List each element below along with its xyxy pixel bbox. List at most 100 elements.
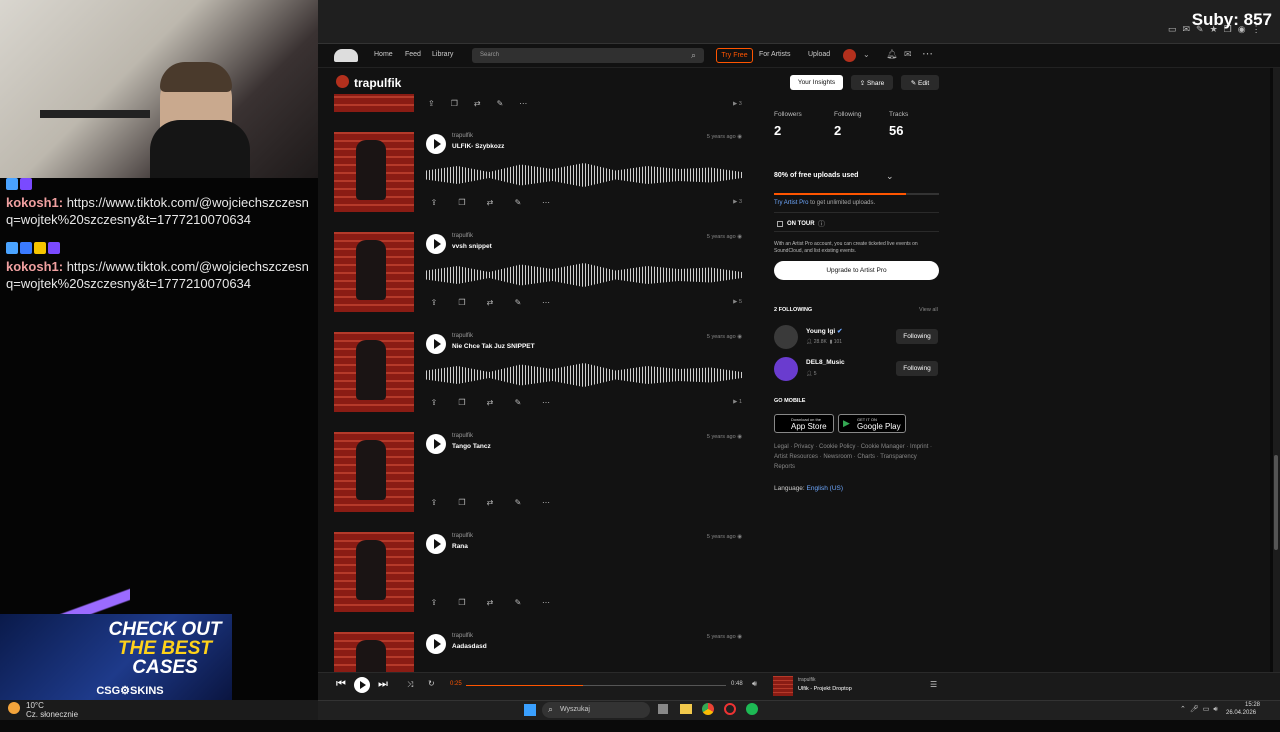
try-free-button[interactable]: Try Free [716,48,753,63]
repost-icon[interactable]: ⇄ [484,498,496,508]
repost-icon[interactable]: ⇄ [484,298,496,308]
nav-feed[interactable]: Feed [405,51,421,58]
upgrade-button[interactable]: Upgrade to Artist Pro [774,261,939,280]
now-playing-artist[interactable]: trapulfik [798,677,816,683]
share-button[interactable]: ⇪ Share [851,75,893,90]
app-store-badge[interactable]: Download on the App Store [774,414,834,433]
bell-icon[interactable]: 🔔︎ [886,49,897,60]
more-icon[interactable]: ⋯ [540,198,552,208]
profile-avatar[interactable] [336,75,349,88]
track-artist[interactable]: trapulfik [452,333,473,339]
following-item[interactable]: DEL8_Music 👤︎ 5 Following [774,357,940,381]
nav-upload[interactable]: Upload [808,51,830,58]
track-cover[interactable] [334,632,414,672]
app-icon[interactable] [724,703,736,715]
nav-library[interactable]: Library [432,51,453,58]
track-artist[interactable]: trapulfik [452,633,473,639]
chrome-icon[interactable] [702,703,714,715]
language-link[interactable]: English (US) [807,485,843,492]
waveform[interactable] [426,363,742,387]
edit-icon[interactable]: ✎ [512,598,524,608]
scrollbar-thumb[interactable] [1274,455,1278,550]
following-button[interactable]: Following [896,329,938,344]
search-input[interactable]: Search ⌕ [472,48,704,63]
more-icon[interactable]: ⋯ [519,99,527,108]
try-pro-link[interactable]: Try Artist Pro [774,200,808,206]
share-icon[interactable]: ⇪ [428,498,440,508]
play-button[interactable] [426,434,446,454]
play-button[interactable] [426,134,446,154]
track-cover-partial[interactable] [334,94,414,112]
google-play-badge[interactable]: ▶ GET IT ON Google Play [838,414,906,433]
play-button[interactable] [426,534,446,554]
repost-icon[interactable]: ⇄ [484,198,496,208]
weather-widget[interactable]: 10°C Cz. słonecznie [0,700,318,720]
track-title[interactable]: Aadasdasd [452,643,487,650]
shuffle-icon[interactable]: ⤨ [407,680,413,690]
tracks-count[interactable]: 56 [889,123,903,138]
followers-label[interactable]: Followers [774,111,802,118]
profile-name[interactable]: trapulfik [354,76,401,90]
copy-icon[interactable]: ❐ [456,498,468,508]
track-cover[interactable] [334,332,414,412]
play-button[interactable] [426,234,446,254]
edit-icon[interactable]: ✎ [512,398,524,408]
repost-icon[interactable]: ⇄ [474,99,481,108]
more-icon[interactable]: ⋯ [540,298,552,308]
share-icon[interactable]: ⇪ [428,198,440,208]
following-name[interactable]: Young Igi ✔ [806,327,842,335]
info-icon[interactable]: ⓘ [818,219,825,229]
play-button[interactable] [354,677,370,693]
track-title[interactable]: Tango Tancz [452,443,491,450]
track-title[interactable]: vvsh snippet [452,243,492,250]
more-icon[interactable]: ⋯ [540,498,552,508]
edit-icon[interactable]: ✎ [512,198,524,208]
track-cover[interactable] [334,132,414,212]
waveform[interactable] [426,163,742,187]
track-cover[interactable] [334,232,414,312]
copy-icon[interactable]: ❐ [456,198,468,208]
more-icon[interactable]: ⋯ [540,398,552,408]
share-icon[interactable]: ⇪ [428,398,440,408]
edit-icon[interactable]: ✎ [512,498,524,508]
progress-track[interactable] [466,685,726,686]
edit-icon[interactable]: ✎ [512,298,524,308]
copy-icon[interactable]: ❐ [456,598,468,608]
play-button[interactable] [426,334,446,354]
track-title[interactable]: Nie Chce Tak Juz SNIPPET [452,343,535,350]
track-artist[interactable]: trapulfik [452,133,473,139]
task-view-icon[interactable] [658,704,668,714]
avatar[interactable] [774,357,798,381]
on-tour-checkbox[interactable] [777,221,783,227]
queue-icon[interactable]: ☰ [930,680,937,689]
now-playing-title[interactable]: Ulfik - Projekt Droptop [798,686,852,692]
avatar[interactable] [774,325,798,349]
now-playing-cover[interactable] [773,676,793,696]
waveform[interactable] [426,263,742,287]
track-cover[interactable] [334,532,414,612]
chevron-down-icon[interactable]: ⌄ [863,50,870,59]
track-artist[interactable]: trapulfik [452,433,473,439]
nav-home[interactable]: Home [374,51,393,58]
share-icon[interactable]: ⇪ [428,99,435,108]
file-explorer-icon[interactable] [680,704,692,714]
more-icon[interactable]: ⋯ [922,47,933,60]
track-item[interactable]: trapulfik Rana 5 years ago ◉ ⇪ ❐ ⇄ ✎ ⋯ [334,532,744,632]
tracks-label[interactable]: Tracks [889,111,908,118]
track-title[interactable]: Rana [452,543,468,550]
soundcloud-logo-icon[interactable] [334,49,358,62]
repeat-icon[interactable]: ↻ [428,679,435,688]
edit-icon[interactable]: ✎ [497,99,504,108]
edit-button[interactable]: ✎ Edit [901,75,939,90]
following-label[interactable]: Following [834,111,861,118]
previous-icon[interactable]: ⏮ [336,678,346,691]
repost-icon[interactable]: ⇄ [484,398,496,408]
track-title[interactable]: ULFIK- Szybkozz [452,143,504,150]
view-all-link[interactable]: View all [919,307,938,313]
following-button[interactable]: Following [896,361,938,376]
nav-for-artists[interactable]: For Artists [759,51,791,58]
system-tray-icons[interactable]: ⌃🎤︎▭🔊︎ [1180,705,1222,714]
copy-icon[interactable]: ❐ [456,298,468,308]
copy-icon[interactable]: ❐ [451,99,458,108]
more-icon[interactable]: ⋯ [540,598,552,608]
